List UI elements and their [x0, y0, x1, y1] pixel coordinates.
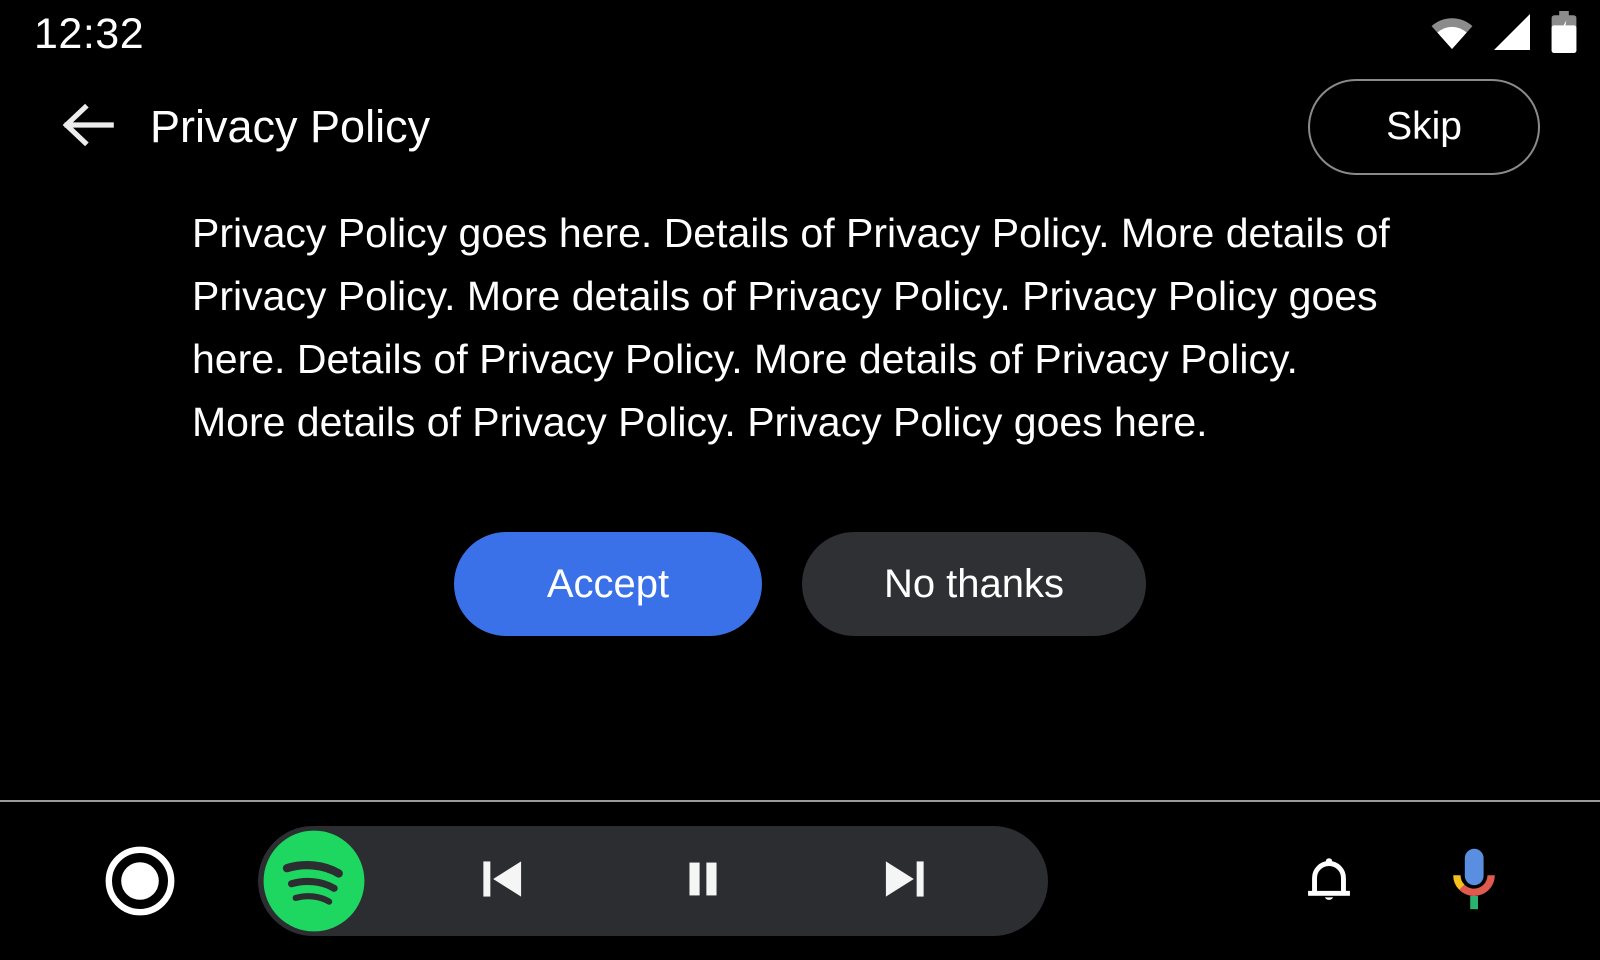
back-button[interactable]	[60, 98, 118, 156]
google-assistant-mic-icon	[1444, 846, 1504, 917]
privacy-policy-body-text: Privacy Policy goes here. Details of Pri…	[192, 210, 1390, 445]
spotify-app-button[interactable]	[259, 826, 369, 936]
bell-icon	[1298, 848, 1360, 915]
skip-button[interactable]: Skip	[1308, 79, 1540, 175]
privacy-policy-screen: 12:32 Privacy Policy Skip Privacy Policy…	[0, 0, 1600, 960]
google-assistant-button[interactable]	[1444, 846, 1504, 917]
no-thanks-button[interactable]: No thanks	[802, 532, 1146, 636]
status-clock: 12:32	[34, 9, 145, 58]
accept-button[interactable]: Accept	[454, 532, 762, 636]
wifi-icon	[1430, 15, 1474, 54]
media-control-pill	[258, 826, 1048, 936]
pause-icon	[674, 850, 732, 913]
next-track-button[interactable]	[866, 843, 942, 919]
app-header: Privacy Policy Skip	[0, 68, 1600, 186]
notifications-button[interactable]	[1298, 848, 1360, 915]
status-icons	[1430, 10, 1578, 58]
home-circle-icon	[104, 846, 176, 921]
skip-next-icon	[873, 848, 935, 915]
status-bar: 12:32	[0, 0, 1600, 68]
media-transport-controls	[369, 843, 1048, 919]
nav-right-group	[1298, 846, 1600, 917]
skip-previous-icon	[472, 848, 534, 915]
main-content: Privacy Policy goes here. Details of Pri…	[0, 186, 1600, 636]
previous-track-button[interactable]	[465, 843, 541, 919]
page-title: Privacy Policy	[150, 101, 431, 152]
arrow-back-icon	[62, 101, 116, 154]
cellular-signal-icon	[1492, 13, 1532, 55]
battery-charging-icon	[1550, 10, 1578, 58]
navigation-bar	[0, 802, 1600, 960]
action-buttons: Accept No thanks	[0, 532, 1600, 636]
home-button[interactable]	[104, 845, 176, 917]
play-pause-button[interactable]	[665, 843, 741, 919]
spotify-icon	[259, 830, 369, 940]
